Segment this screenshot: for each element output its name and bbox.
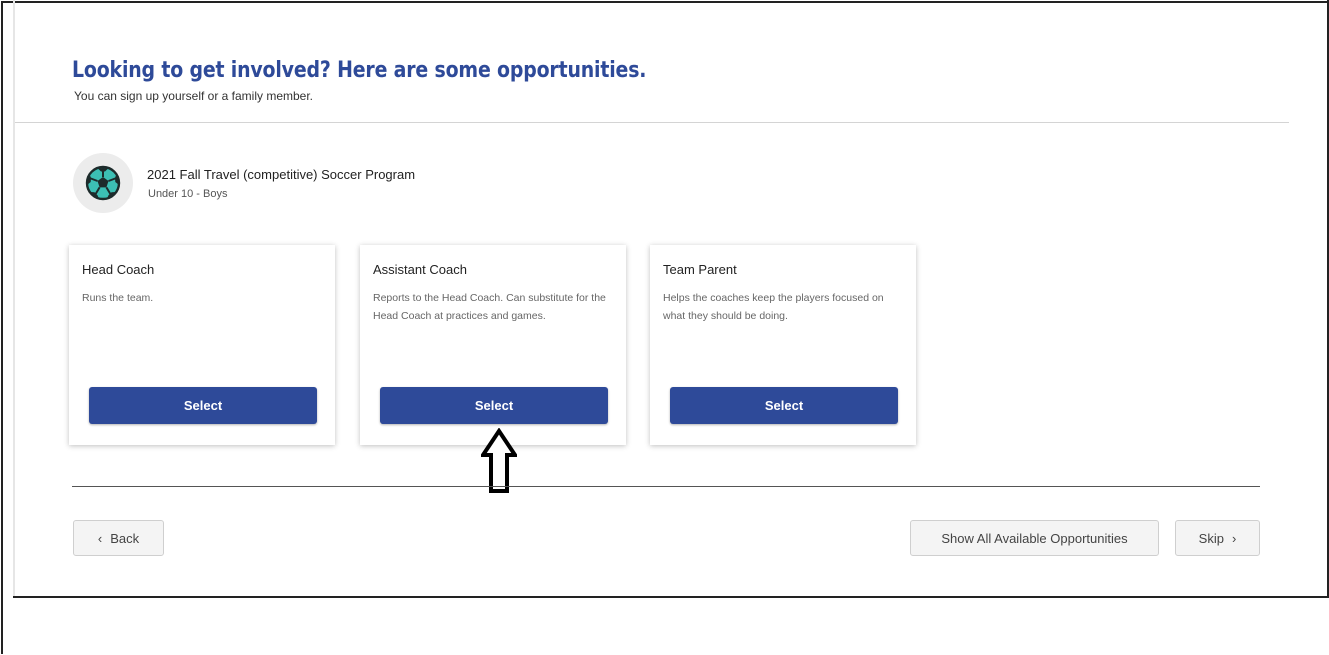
opportunity-title: Assistant Coach	[373, 262, 467, 277]
program-name: 2021 Fall Travel (competitive) Soccer Pr…	[147, 167, 416, 182]
opportunity-description: Helps the coaches keep the players focus…	[663, 292, 884, 322]
chevron-right-icon: ›	[1231, 530, 1237, 546]
opportunity-title: Team Parent	[663, 262, 737, 277]
soccer-ball-icon	[85, 165, 121, 201]
page-title: Looking to get involved? Here are some o…	[72, 58, 647, 83]
opportunity-description: Runs the team.	[82, 292, 154, 304]
show-all-opportunities-button[interactable]: Show All Available Opportunities	[910, 520, 1159, 556]
back-button[interactable]: ‹ Back	[73, 520, 164, 556]
content-left-edge	[13, 0, 15, 598]
header-divider	[15, 122, 1289, 123]
opportunity-card-head-coach: Head Coach Runs the team. Select	[69, 245, 335, 445]
program-avatar	[73, 153, 133, 213]
frame-bottom-edge	[13, 596, 1329, 598]
page-subtitle: You can sign up yourself or a family mem…	[74, 89, 314, 103]
opportunity-title: Head Coach	[82, 262, 155, 277]
program-division: Under 10 - Boys	[148, 188, 228, 200]
select-head-coach-button[interactable]: Select	[89, 387, 317, 424]
skip-button[interactable]: Skip ›	[1175, 520, 1260, 556]
footer-divider	[72, 486, 1260, 487]
opportunity-card-team-parent: Team Parent Helps the coaches keep the p…	[650, 245, 916, 445]
chevron-left-icon: ‹	[97, 530, 103, 546]
show-all-opportunities-label: Show All Available Opportunities	[941, 530, 1128, 546]
up-arrow-icon	[481, 428, 517, 493]
skip-button-label: Skip	[1198, 530, 1224, 546]
select-team-parent-button[interactable]: Select	[670, 387, 898, 424]
select-assistant-coach-button[interactable]: Select	[380, 387, 608, 424]
opportunity-card-assistant-coach: Assistant Coach Reports to the Head Coac…	[360, 245, 626, 445]
back-button-label: Back	[110, 530, 140, 546]
opportunity-description: Reports to the Head Coach. Can substitut…	[373, 292, 606, 322]
